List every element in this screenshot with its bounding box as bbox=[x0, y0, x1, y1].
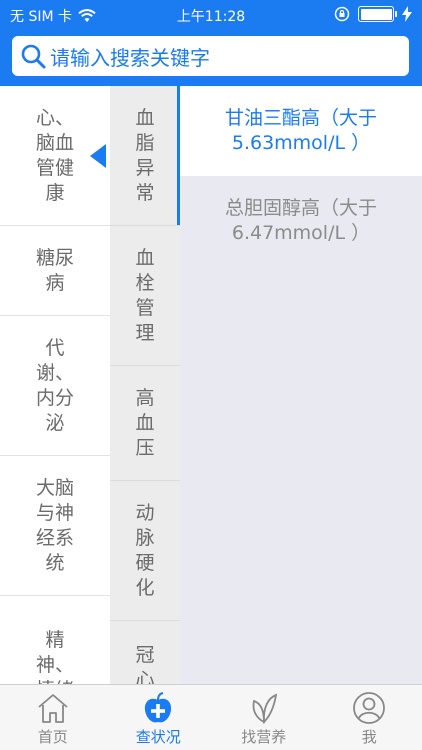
category-list: 心、脑血管健康 糖尿病 代谢、内分泌 大脑与神经系统 精神、情绪 bbox=[0, 86, 110, 684]
category-item-cardio[interactable]: 心、脑血管健康 bbox=[0, 86, 110, 226]
condition-item-triglyceride[interactable]: 甘油三酯高（大于5.63mmol/L ） bbox=[180, 86, 422, 176]
subcategory-label: 冠心 bbox=[135, 644, 155, 684]
selected-arrow-icon bbox=[90, 143, 106, 168]
tab-status[interactable]: 查状况 bbox=[106, 685, 212, 750]
subcategory-item-hypertension[interactable]: 高血压 bbox=[110, 366, 180, 481]
tab-me[interactable]: 我 bbox=[317, 685, 422, 750]
search-header: 请输入搜索关键字 bbox=[0, 30, 422, 86]
tab-label: 我 bbox=[361, 728, 377, 746]
condition-item-cholesterol[interactable]: 总胆固醇高（大于6.47mmol/L ） bbox=[180, 176, 422, 266]
search-input[interactable]: 请输入搜索关键字 bbox=[12, 36, 409, 76]
subcategory-label: 血栓管理 bbox=[135, 246, 155, 344]
battery-icon bbox=[358, 6, 397, 22]
category-label: 代谢、内分泌 bbox=[35, 336, 74, 434]
category-item-brain[interactable]: 大脑与神经系统 bbox=[0, 456, 110, 596]
condition-label: 甘油三酯高（大于5.63mmol/L ） bbox=[224, 107, 377, 154]
tab-bar: 首页 查状况 找营养 我 bbox=[0, 684, 422, 750]
home-icon bbox=[38, 694, 68, 723]
condition-label: 总胆固醇高（大于6.47mmol/L ） bbox=[224, 197, 377, 244]
charging-bolt-icon bbox=[402, 6, 412, 22]
subcategory-label: 动脉硬化 bbox=[135, 501, 155, 599]
status-bar: 无 SIM 卡 上午11:28 bbox=[0, 0, 422, 30]
category-item-mental[interactable]: 精神、情绪 bbox=[0, 596, 110, 684]
user-icon bbox=[353, 692, 386, 724]
subcategory-item-arteriosclerosis[interactable]: 动脉硬化 bbox=[110, 481, 180, 621]
apple-plus-icon bbox=[145, 692, 172, 723]
category-label: 精神、情绪 bbox=[35, 629, 74, 684]
subcategory-item-lipid[interactable]: 血脂异常 bbox=[110, 86, 180, 226]
category-item-diabetes[interactable]: 糖尿病 bbox=[0, 226, 110, 316]
tab-label: 查状况 bbox=[135, 728, 181, 746]
category-label: 大脑与神经系统 bbox=[35, 476, 74, 574]
tab-home[interactable]: 首页 bbox=[0, 685, 106, 750]
search-icon bbox=[21, 44, 46, 69]
tab-nutrition[interactable]: 找营养 bbox=[211, 685, 317, 750]
category-label: 心、脑血管健康 bbox=[35, 106, 74, 204]
tab-label: 首页 bbox=[37, 728, 68, 746]
search-placeholder: 请输入搜索关键字 bbox=[50, 45, 210, 70]
status-right bbox=[334, 6, 412, 22]
category-label: 糖尿病 bbox=[35, 246, 74, 294]
subcategory-label: 血脂异常 bbox=[135, 106, 155, 204]
subcategory-list: 血脂异常 血栓管理 高血压 动脉硬化 冠心 bbox=[110, 86, 180, 684]
category-item-metabolism[interactable]: 代谢、内分泌 bbox=[0, 316, 110, 456]
subcategory-item-coronary[interactable]: 冠心 bbox=[110, 621, 180, 684]
leaf-icon bbox=[252, 693, 277, 725]
subcategory-item-thrombus[interactable]: 血栓管理 bbox=[110, 226, 180, 366]
condition-list: 甘油三酯高（大于5.63mmol/L ） 总胆固醇高（大于6.47mmol/L … bbox=[180, 86, 422, 684]
rotation-lock-icon bbox=[334, 6, 350, 22]
subcategory-label: 高血压 bbox=[135, 386, 155, 459]
tab-label: 找营养 bbox=[241, 728, 287, 746]
